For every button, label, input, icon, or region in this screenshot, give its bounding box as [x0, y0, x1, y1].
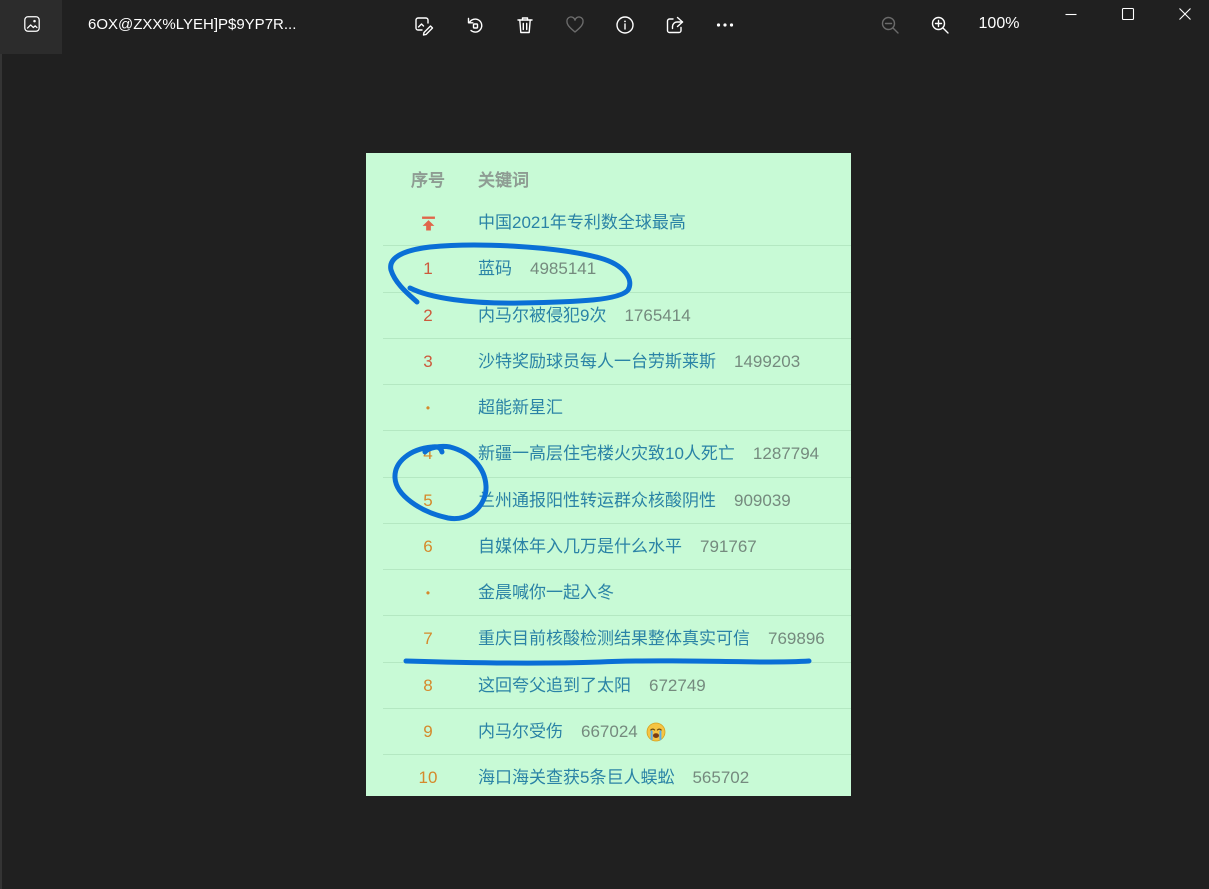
rank-number: 5	[423, 490, 433, 510]
window-title: 6OX@ZXX%LYEH]P$9YP7R...	[88, 16, 297, 33]
maximize-icon	[1121, 7, 1135, 21]
photos-app-icon	[24, 16, 40, 32]
header-keyword: 关键词	[478, 171, 529, 190]
hot-search-keyword: 超能新星汇	[478, 398, 563, 418]
hot-search-keyword: 沙特奖励球员每人一台劳斯莱斯	[478, 351, 716, 371]
maximize-button[interactable]	[1105, 0, 1151, 28]
hot-search-keyword: 蓝码	[478, 259, 512, 279]
hot-search-count: 667024	[581, 721, 638, 741]
pin-top-icon	[421, 216, 435, 231]
hot-search-count: 672749	[649, 675, 706, 695]
hot-search-count: 1287794	[752, 444, 820, 464]
hot-search-count: 1765414	[624, 305, 691, 325]
rank-number: 10	[418, 768, 438, 788]
rank-number: 7	[423, 629, 433, 649]
delete-icon	[517, 17, 533, 34]
minimize-icon	[1065, 13, 1077, 16]
hot-search-header: 序号 关键词	[366, 153, 851, 200]
hot-search-keyword: 金晨喊你一起入冬	[478, 583, 614, 603]
hot-search-keyword: 海口海关查获5条巨人蜈蚣	[478, 768, 675, 788]
app-icon-area[interactable]	[0, 0, 62, 54]
hot-search-row: 中国2021年专利数全球最高	[366, 200, 851, 247]
window-border	[0, 54, 2, 889]
more-icon	[716, 23, 734, 27]
info-icon	[616, 16, 634, 34]
hot-search-keyword: 内马尔受伤	[478, 721, 563, 741]
edit-image-icon	[415, 17, 434, 36]
header-rank: 序号	[411, 171, 445, 190]
hot-search-count: 909039	[734, 490, 791, 510]
hot-search-keyword: 这回夸父追到了太阳	[478, 675, 631, 695]
edit-button[interactable]	[409, 10, 439, 40]
rotate-icon	[467, 17, 483, 33]
hot-search-row: 4 新疆一高层住宅楼火灾致10人死亡 1287794	[366, 431, 851, 478]
rank-number: 9	[423, 721, 433, 741]
info-button[interactable]	[610, 10, 640, 40]
hot-search-count: 769896	[768, 629, 825, 649]
rank-dot: •	[425, 586, 431, 601]
zoom-out-icon	[881, 16, 899, 34]
hot-search-row: • 金晨喊你一起入冬	[366, 570, 851, 617]
hot-search-row: 8 这回夸父追到了太阳 672749	[366, 663, 851, 710]
hot-search-count: 565702	[692, 768, 750, 788]
hot-search-count: 1499203	[734, 351, 801, 371]
rank-number: 8	[423, 675, 433, 695]
hot-search-count: 4985141	[530, 259, 597, 279]
hot-search-count: 791767	[700, 536, 757, 556]
share-button[interactable]	[660, 10, 690, 40]
more-options-button[interactable]	[710, 10, 740, 40]
hot-search-keyword: 自媒体年入几万是什么水平	[478, 536, 682, 556]
share-icon	[666, 16, 684, 34]
minimize-button[interactable]	[1048, 0, 1094, 28]
hot-search-row: 6 自媒体年入几万是什么水平 791767	[366, 524, 851, 571]
hot-search-keyword: 内马尔被侵犯9次	[478, 305, 607, 325]
delete-button[interactable]	[510, 10, 540, 40]
favorite-button[interactable]	[560, 10, 590, 40]
zoom-in-button[interactable]	[925, 10, 955, 40]
photo-viewport[interactable]: 序号 关键词 中国2021年专利数全球最高 1 蓝码 4985141 2 内马尔…	[366, 153, 851, 796]
rank-number: 3	[423, 351, 433, 371]
hot-search-row: 5 兰州通报阳性转运群众核酸阴性 909039	[366, 478, 851, 525]
crying-face-emoji	[646, 722, 666, 742]
rank-number: 1	[423, 259, 433, 279]
hot-search-row: 2 内马尔被侵犯9次 1765414	[366, 293, 851, 340]
rank-number: 2	[423, 305, 433, 325]
zoom-in-icon	[931, 16, 949, 34]
hot-search-row: 10 海口海关查获5条巨人蜈蚣 565702	[366, 755, 851, 796]
zoom-level[interactable]: 100%	[971, 14, 1027, 34]
hot-search-row: 3 沙特奖励球员每人一台劳斯莱斯 1499203	[366, 339, 851, 386]
rank-dot: •	[425, 401, 431, 416]
hot-search-row: 7 重庆目前核酸检测结果整体真实可信 769896	[366, 616, 851, 663]
hot-search-row: 9 内马尔受伤 667024	[366, 709, 851, 756]
hot-search-keyword: 兰州通报阳性转运群众核酸阴性	[478, 490, 716, 510]
rotate-button[interactable]	[460, 10, 490, 40]
zoom-out-button[interactable]	[875, 10, 905, 40]
hot-search-keyword: 中国2021年专利数全球最高	[478, 213, 686, 233]
close-button[interactable]	[1162, 0, 1208, 28]
close-icon	[1179, 8, 1191, 20]
favorite-heart-icon	[566, 16, 584, 33]
hot-search-row: 1 蓝码 4985141	[366, 246, 851, 293]
rank-number: 4	[423, 444, 433, 464]
rank-number: 6	[423, 536, 433, 556]
hot-search-row: • 超能新星汇	[366, 385, 851, 432]
rank-cell	[403, 213, 453, 233]
hot-search-keyword: 新疆一高层住宅楼火灾致10人死亡	[478, 444, 735, 464]
hot-search-keyword: 重庆目前核酸检测结果整体真实可信	[478, 629, 750, 649]
